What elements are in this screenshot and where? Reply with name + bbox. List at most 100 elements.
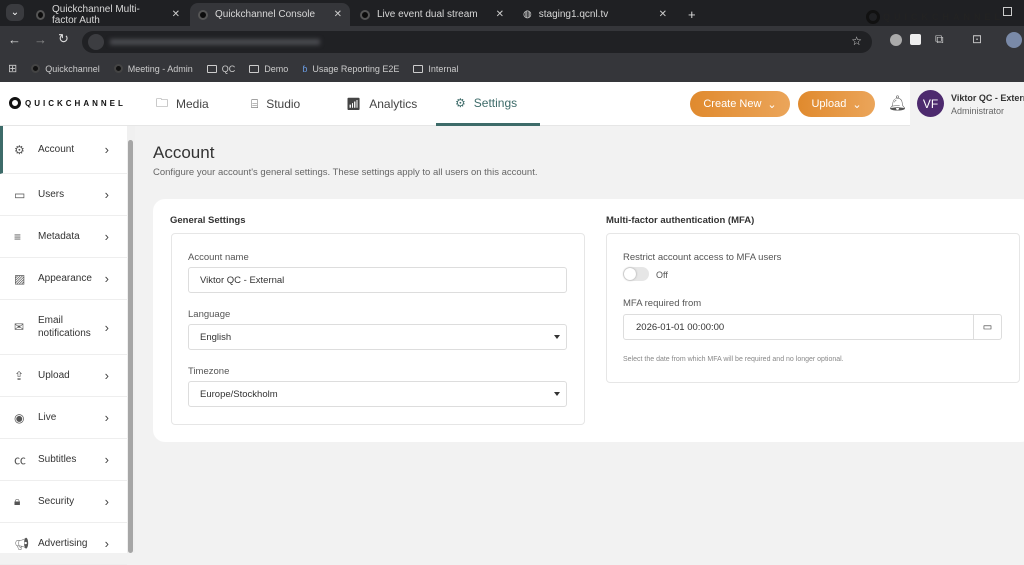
bookmark-folder[interactable]: Internal — [413, 64, 458, 74]
browser-tab-active[interactable]: Quickchannel Console ✕ — [190, 3, 350, 26]
bookmark-folder[interactable]: QC — [206, 63, 236, 74]
bookmark-label: Quickchannel — [45, 63, 100, 74]
chevron-right-icon: › — [104, 410, 109, 425]
back-icon[interactable]: ← — [8, 32, 21, 47]
tab-title: Live event dual stream — [377, 9, 478, 20]
users-icon: ▭ — [14, 187, 26, 202]
settings-sidebar: ⚙ Account › ▭ Users › ≡ Metadata › ▨ Appearance › ✉ E… — [0, 126, 127, 565]
chevron-down-icon: ⌄ — [852, 98, 862, 111]
mfa-date-input[interactable]: 2026-01-01 00:00:00 ▭ — [623, 314, 1002, 340]
restore-window-icon[interactable] — [1003, 7, 1012, 16]
sidebar-item-upload[interactable]: ⇪ Upload › — [0, 355, 127, 397]
sidebar-item-security[interactable]: 🔒︎ Security › — [0, 481, 127, 523]
mfa-heading: Multi-factor authentication (MFA) — [606, 215, 755, 226]
list-icon: ≡ — [14, 229, 22, 244]
chevron-right-icon: › — [104, 271, 109, 286]
browser-tab[interactable]: Quickchannel Multi-factor Auth ✕ — [28, 3, 188, 26]
bookmark[interactable]: Quickchannel — [31, 64, 100, 74]
chevron-right-icon: › — [104, 452, 109, 467]
restrict-mfa-label: Restrict account access to MFA users — [623, 252, 782, 263]
general-settings-heading: General Settings — [170, 215, 246, 226]
nav-analytics[interactable]: 📶︎ Analytics — [346, 82, 417, 126]
folder-icon: 🗀 — [156, 95, 169, 110]
close-icon[interactable]: ✕ — [172, 9, 180, 20]
bookmarks-bar: ⊞ Quickchannel Meeting - Admin QC Demo ɓ… — [0, 55, 1024, 82]
bookmark-label: QC — [221, 63, 236, 74]
nav-media[interactable]: 🗀 Media — [156, 82, 209, 126]
browser-tab-strip: ⌄ Quickchannel Multi-factor Auth ✕ Quickc… — [0, 0, 1024, 26]
bookmark[interactable]: Meeting - Admin — [113, 64, 193, 74]
sidebar-item-users[interactable]: ▭ Users › — [0, 174, 127, 216]
sidebar-item-advertising[interactable]: 📢︎ Advertising › — [0, 523, 127, 565]
tab-title: Quickchannel Multi-factor Auth — [51, 3, 140, 26]
select-value: Europe/Stockholm — [200, 388, 278, 400]
nav-label: Media — [176, 97, 209, 111]
sidebar-item-label: Appearance — [38, 273, 92, 284]
gear-icon: ⚙ — [455, 95, 466, 110]
close-icon[interactable]: ✕ — [496, 9, 504, 20]
bookmark-label: Demo — [264, 63, 289, 74]
reload-icon[interactable]: ↻ — [58, 31, 69, 47]
calendar-icon[interactable]: ▭ — [973, 315, 1001, 339]
extension-icon[interactable] — [890, 34, 902, 46]
sidebar-item-label: Account — [38, 144, 75, 155]
sidebar-item-metadata[interactable]: ≡ Metadata › — [0, 216, 127, 258]
sidebar-item-label: Email notifications — [38, 315, 91, 339]
sidebar-item-appearance[interactable]: ▨ Appearance › — [0, 258, 127, 300]
chevron-right-icon: › — [104, 536, 109, 551]
extension-icon[interactable] — [910, 34, 921, 45]
sidebar-item-email-notifications[interactable]: ✉ Email notifications › — [0, 300, 127, 355]
profile-avatar[interactable] — [1006, 32, 1022, 48]
browser-tab[interactable]: ◍ staging1.qcnl.tv ✕ — [515, 3, 675, 26]
sidebar-item-subtitles[interactable]: ㏄ Subtitles › — [0, 439, 127, 481]
extensions-puzzle-icon[interactable]: ⧉ — [935, 32, 944, 47]
create-new-button[interactable]: Create New ⌄ — [690, 91, 790, 117]
forward-icon[interactable]: → — [34, 32, 47, 47]
site-info-icon[interactable] — [88, 34, 104, 50]
close-icon[interactable]: ✕ — [334, 9, 342, 20]
quickchannel-favicon-icon — [360, 9, 370, 20]
sidebar-item-live[interactable]: ◉ Live › — [0, 397, 127, 439]
sidebar-item-label: Metadata — [38, 231, 80, 242]
user-name: Viktor QC - External — [951, 93, 1024, 103]
chevron-right-icon: › — [104, 319, 109, 335]
nav-studio[interactable]: ⌸ Studio — [251, 82, 300, 126]
scrollbar-thumb[interactable] — [128, 140, 133, 553]
tab-title: staging1.qcnl.tv — [538, 9, 609, 20]
timezone-select[interactable]: Europe/Stockholm — [188, 381, 567, 407]
logo-text: QUICKCHANNEL — [25, 98, 126, 108]
browser-tab[interactable]: Live event dual stream ✕ — [352, 3, 512, 26]
mfa-help-text: Select the date from which MFA will be r… — [623, 356, 844, 363]
address-bar[interactable]: ☆ — [82, 31, 872, 53]
upload-button[interactable]: Upload ⌄ — [798, 91, 875, 117]
image-icon: ▨ — [14, 271, 26, 286]
tab-list-button[interactable]: ⌄ — [6, 4, 24, 21]
bar-chart-icon: 📶︎ — [346, 97, 362, 111]
language-select[interactable]: English — [188, 324, 567, 350]
select-value: English — [200, 331, 232, 343]
upload-icon: ⇪ — [14, 368, 25, 383]
nav-settings[interactable]: ⚙ Settings — [436, 82, 540, 126]
new-tab-button[interactable]: + — [680, 3, 704, 26]
sidebar-item-account[interactable]: ⚙ Account › — [0, 126, 127, 174]
bookmark[interactable]: ɓ Usage Reporting E2E — [302, 64, 399, 74]
bell-icon[interactable]: 🔔︎ — [888, 94, 907, 112]
quickchannel-favicon-icon — [36, 9, 45, 20]
app-logo[interactable]: QUICKCHANNEL — [9, 97, 126, 109]
restrict-mfa-toggle[interactable] — [623, 267, 649, 281]
bookmark-star-icon[interactable]: ☆ — [851, 34, 862, 48]
sidebar-item-label: Upload — [38, 370, 70, 381]
page-subtitle: Configure your account's general setting… — [153, 167, 538, 178]
account-name-input[interactable]: Viktor QC - External — [188, 267, 567, 293]
toggle-state-label: Off — [656, 270, 668, 280]
chevron-right-icon: › — [104, 368, 109, 383]
gear-icon: ⚙ — [14, 142, 25, 157]
user-menu[interactable]: VF Viktor QC - External Administrator — [910, 82, 1024, 126]
screenshot-icon[interactable]: ⊡ — [972, 32, 982, 46]
close-icon[interactable]: ✕ — [659, 9, 667, 20]
apps-grid-icon[interactable]: ⊞ — [8, 62, 17, 75]
bookmark-folder[interactable]: Demo — [249, 64, 288, 74]
chevron-right-icon: › — [104, 229, 109, 244]
quickchannel-favicon-icon — [113, 64, 123, 73]
window-brand-logo: QUICKCHANNEL — [866, 10, 1004, 24]
